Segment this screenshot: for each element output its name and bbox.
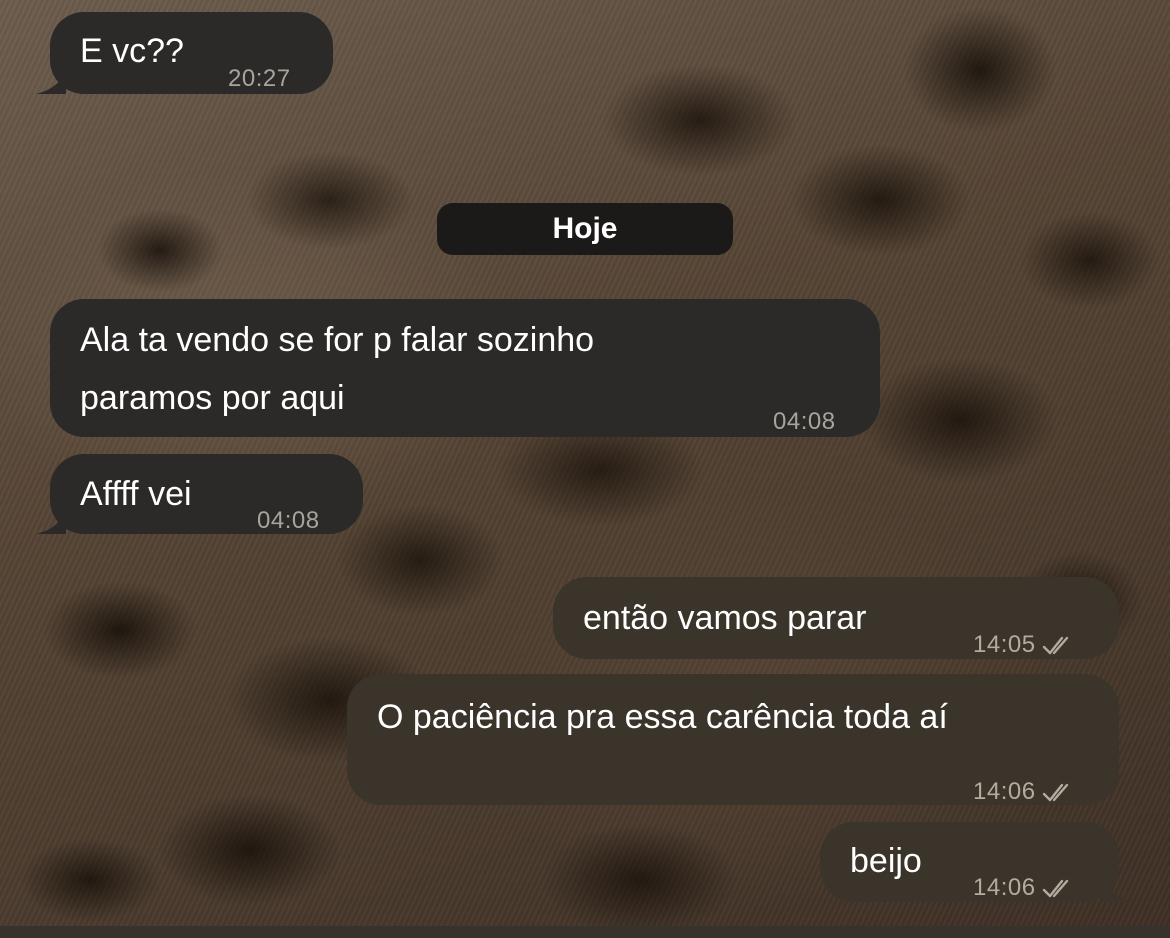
message-meta: 14:06 (973, 861, 1076, 915)
message-text: então vamos parar (583, 599, 867, 637)
message-text: O paciência pra essa carência toda aí (377, 698, 948, 736)
read-double-check-icon (1042, 879, 1068, 897)
message-bubble-incoming[interactable]: Ala ta vendo se for p falar sozinho para… (50, 299, 880, 437)
message-time: 04:08 (773, 408, 836, 435)
message-text: Affff vei (80, 475, 192, 513)
message-bubble-outgoing[interactable]: O paciência pra essa carência toda aí 14… (347, 674, 1119, 805)
bubble-tail (1103, 876, 1133, 902)
read-double-check-icon (1042, 636, 1068, 654)
read-double-check-icon (1042, 783, 1068, 801)
message-time: 14:05 (973, 631, 1036, 658)
message-meta: 14:05 (973, 618, 1076, 672)
message-time: 14:06 (973, 778, 1036, 805)
date-separator: Hoje (437, 203, 733, 255)
message-bubble-outgoing[interactable]: beijo 14:06 (820, 822, 1133, 902)
message-text-line-2: paramos por aqui (80, 379, 345, 417)
message-meta: 14:06 (973, 765, 1076, 819)
message-text: beijo (850, 842, 922, 880)
message-text: E vc?? (80, 32, 184, 70)
message-time: 14:06 (973, 874, 1036, 901)
message-text-line-1: Ala ta vendo se for p falar sozinho (80, 321, 595, 359)
message-bubble-outgoing[interactable]: então vamos parar 14:05 (553, 577, 1119, 659)
bubble-tail (36, 68, 66, 94)
input-bar-edge (0, 926, 1170, 938)
message-bubble-incoming[interactable]: E vc?? 20:27 (36, 12, 333, 94)
message-bubble-incoming[interactable]: Affff vei 04:08 (36, 454, 363, 534)
message-time: 04:08 (257, 507, 320, 534)
message-time: 20:27 (228, 65, 291, 92)
bubble-tail (36, 508, 66, 534)
